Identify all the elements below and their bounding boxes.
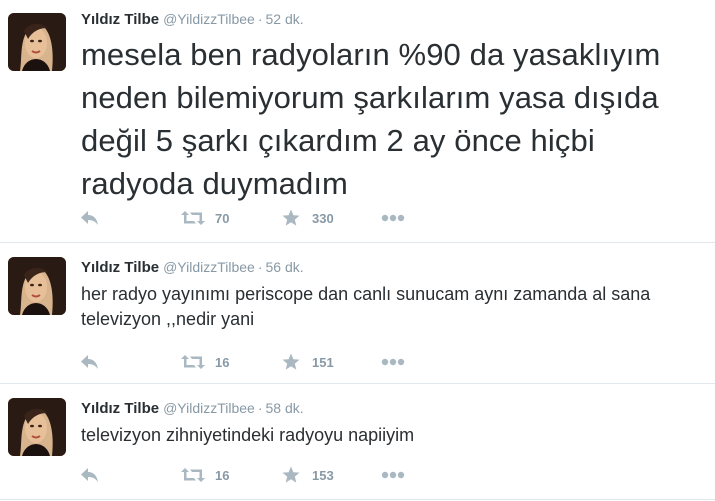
favorite-button[interactable]: 153: [282, 464, 334, 486]
tweet-text: mesela ben radyoların %90 da yasaklıyım …: [81, 37, 661, 201]
retweet-button[interactable]: 16: [181, 464, 229, 486]
retweet-icon: [181, 210, 205, 226]
retweet-count: 70: [215, 210, 230, 226]
more-button[interactable]: [381, 464, 405, 486]
tweet: Yıldız Tilbe @YildizzTilbee · 58 dk. televi…: [0, 384, 715, 501]
tweet-actions: 16 153: [80, 464, 420, 486]
star-icon: [282, 209, 300, 227]
tweet-timeline: Yıldız Tilbe @YildizzTilbee · 52 dk. mesela…: [0, 0, 715, 501]
more-dots-icon: [381, 471, 405, 479]
reply-icon: [80, 354, 100, 370]
more-dots-icon: [381, 358, 405, 366]
user-fullname[interactable]: Yıldız Tilbe: [81, 259, 159, 276]
tweet: Yıldız Tilbe @YildizzTilbee · 56 dk. her ra…: [0, 243, 715, 384]
tweet-timestamp[interactable]: 56 dk.: [266, 259, 304, 275]
favorite-button[interactable]: 330: [282, 207, 334, 229]
tweet-header: Yıldız Tilbe @YildizzTilbee · 58 dk.: [81, 399, 304, 418]
tweet-actions: 16 151: [80, 351, 420, 373]
star-icon: [282, 466, 300, 484]
more-dots-icon: [381, 214, 405, 222]
tweet-text: her radyo yayınımı periscope dan canlı s…: [81, 284, 651, 329]
tweet-actions: 70 330: [80, 207, 420, 229]
star-icon: [282, 353, 300, 371]
user-fullname[interactable]: Yıldız Tilbe: [81, 11, 159, 28]
retweet-button[interactable]: 16: [181, 351, 229, 373]
more-button[interactable]: [381, 207, 405, 229]
user-handle[interactable]: @YildizzTilbee: [163, 259, 255, 275]
tweet-timestamp[interactable]: 52 dk.: [266, 11, 304, 27]
reply-button[interactable]: [80, 351, 100, 373]
retweet-count: 16: [215, 467, 230, 483]
favorite-button[interactable]: 151: [282, 351, 334, 373]
more-button[interactable]: [381, 351, 405, 373]
retweet-icon: [181, 354, 205, 370]
separator-dot: ·: [257, 259, 263, 275]
reply-icon: [80, 467, 100, 483]
tweet-header: Yıldız Tilbe @YildizzTilbee · 56 dk.: [81, 258, 304, 277]
retweet-button[interactable]: 70: [181, 207, 229, 229]
tweet-timestamp[interactable]: 58 dk.: [266, 400, 304, 416]
reply-button[interactable]: [80, 207, 100, 229]
avatar[interactable]: [8, 13, 66, 71]
tweet-text: televizyon zihniyetindeki radyoyu napiiy…: [81, 425, 415, 445]
tweet: Yıldız Tilbe @YildizzTilbee · 52 dk. mesela…: [0, 0, 715, 243]
avatar[interactable]: [8, 398, 66, 456]
favorite-count: 330: [312, 210, 334, 226]
tweet-divider: [0, 499, 715, 500]
separator-dot: ·: [257, 11, 263, 27]
favorite-count: 151: [312, 354, 334, 370]
reply-icon: [80, 210, 100, 226]
separator-dot: ·: [257, 400, 263, 416]
user-handle[interactable]: @YildizzTilbee: [163, 11, 255, 27]
reply-button[interactable]: [80, 464, 100, 486]
user-fullname[interactable]: Yıldız Tilbe: [81, 400, 159, 417]
retweet-count: 16: [215, 354, 230, 370]
user-handle[interactable]: @YildizzTilbee: [163, 400, 255, 416]
favorite-count: 153: [312, 467, 334, 483]
retweet-icon: [181, 467, 205, 483]
avatar[interactable]: [8, 257, 66, 315]
tweet-header: Yıldız Tilbe @YildizzTilbee · 52 dk.: [81, 10, 304, 29]
